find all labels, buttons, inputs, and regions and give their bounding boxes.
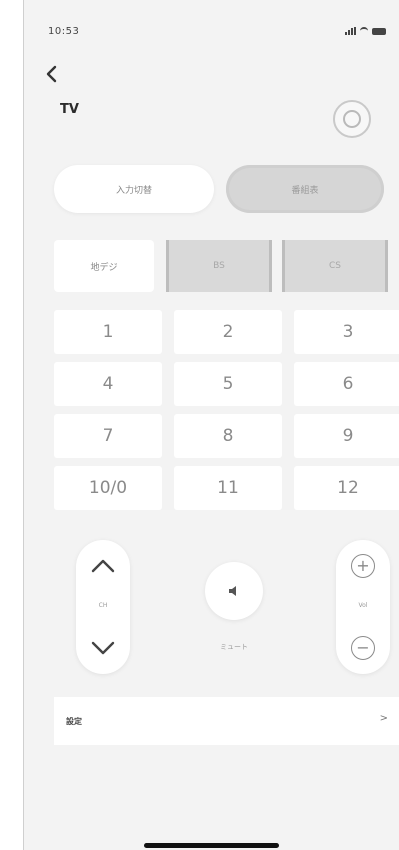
input-terrestrial-button[interactable]: 地デジ — [54, 240, 154, 292]
key-7[interactable]: 7 — [54, 414, 162, 458]
chevron-left-icon — [46, 65, 57, 83]
key-9[interactable]: 9 — [294, 414, 399, 458]
volume-up-button[interactable]: + — [351, 554, 375, 578]
key-3[interactable]: 3 — [294, 310, 399, 354]
battery-icon — [372, 27, 386, 35]
settings-label: 設定 — [66, 716, 82, 726]
key-5[interactable]: 5 — [174, 362, 282, 406]
wifi-icon — [360, 27, 368, 35]
remote-settings-button[interactable] — [333, 100, 371, 138]
settings-row[interactable]: 設定 > — [54, 697, 399, 745]
status-time: 10:53 — [48, 26, 80, 37]
key-10[interactable]: 10/0 — [54, 466, 162, 510]
mode-toggle: 入力切替 番組表 — [54, 165, 384, 213]
speaker-mute-icon — [229, 586, 236, 596]
mute-button[interactable] — [205, 562, 263, 620]
channel-down-button[interactable] — [89, 638, 117, 658]
key-1[interactable]: 1 — [54, 310, 162, 354]
mute-label: ミュート — [220, 643, 248, 651]
channel-up-button[interactable] — [89, 556, 117, 576]
toggle-program-guide[interactable]: 番組表 — [226, 165, 384, 213]
key-12[interactable]: 12 — [294, 466, 399, 510]
page-title: TV — [60, 102, 79, 117]
channel-label: CH — [98, 602, 108, 609]
app-screen: 10:53 TV 入力切替 番組表 地デジ BS CS 1 2 3 4 5 6 … — [23, 0, 399, 850]
input-source-row: 地デジ BS CS — [54, 240, 394, 292]
gear-icon — [343, 110, 361, 128]
input-cs-button[interactable]: CS — [282, 240, 388, 292]
signal-icon — [345, 27, 356, 35]
home-indicator — [144, 843, 279, 848]
key-4[interactable]: 4 — [54, 362, 162, 406]
volume-label: Vol — [358, 602, 368, 609]
channel-control: CH — [76, 540, 130, 674]
key-6[interactable]: 6 — [294, 362, 399, 406]
status-bar: 10:53 — [24, 0, 399, 40]
back-button[interactable] — [40, 62, 64, 86]
key-11[interactable]: 11 — [174, 466, 282, 510]
volume-down-button[interactable]: − — [351, 636, 375, 660]
toggle-input-switch[interactable]: 入力切替 — [54, 165, 214, 213]
input-bs-button[interactable]: BS — [166, 240, 272, 292]
chevron-right-icon: > — [379, 713, 388, 724]
key-2[interactable]: 2 — [174, 310, 282, 354]
volume-control: + Vol − — [336, 540, 390, 674]
key-8[interactable]: 8 — [174, 414, 282, 458]
status-icons — [345, 27, 386, 35]
